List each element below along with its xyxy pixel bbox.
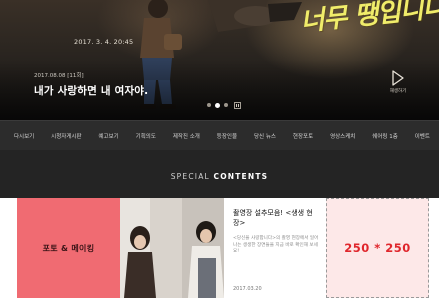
hero-pagination xyxy=(207,101,241,109)
hero-dot-3[interactable] xyxy=(224,103,228,107)
nav-item-viewer-board[interactable]: 시청자게시판 xyxy=(51,132,81,140)
ad-size-label: 250 * 250 xyxy=(344,241,411,255)
special-contents-section: SPECIAL CONTENTS 포토 & 메이킹 촬영장 설추모음! <생생 … xyxy=(0,150,439,300)
page: 2017. 3. 4. 20:45 너무 땡입니다 2017.08.08 [11… xyxy=(0,0,439,300)
photo-card[interactable] xyxy=(120,198,224,298)
heading-light: SPECIAL xyxy=(170,172,214,181)
nav-item-photos[interactable]: 현장포토 xyxy=(293,132,313,140)
nav-item-characters[interactable]: 등장인물 xyxy=(217,132,237,140)
nav-list: 다시보기 시청자게시판 예고보기 기획의도 제작진 소개 등장인물 당신 뉴스 … xyxy=(14,121,430,151)
hero-date-overlay: 2017. 3. 4. 20:45 xyxy=(74,38,134,46)
main-nav: 다시보기 시청자게시판 예고보기 기획의도 제작진 소개 등장인물 당신 뉴스 … xyxy=(0,120,439,150)
hero-figure-image-2 xyxy=(208,0,302,32)
article-date: 2017.03.20 xyxy=(233,286,262,292)
photo-card-image xyxy=(120,198,224,298)
nav-item-staff[interactable]: 제작진 소개 xyxy=(173,132,200,140)
hero-dot-1[interactable] xyxy=(207,103,211,107)
ad-placeholder[interactable]: 250 * 250 xyxy=(326,198,429,298)
nav-item-sharing[interactable]: 쉐어링 1층 xyxy=(372,132,398,140)
nav-item-replay[interactable]: 다시보기 xyxy=(14,132,34,140)
photo-making-card[interactable]: 포토 & 메이킹 xyxy=(17,198,120,298)
section-heading: SPECIAL CONTENTS xyxy=(0,172,439,181)
article-title: 촬영장 설추모음! <생생 현장> xyxy=(233,209,313,227)
hero-title[interactable]: 내가 사랑하면 내 여자야. xyxy=(34,83,148,98)
nav-item-intent[interactable]: 기획의도 xyxy=(136,132,156,140)
play-triangle-icon xyxy=(392,70,404,86)
hero-episode-meta: 2017.08.08 [11회] xyxy=(34,73,84,79)
nav-item-video-sketch[interactable]: 영상스케치 xyxy=(330,132,355,140)
article-description: <당신을 사랑합니다>의 촬영 현장에서 일어나는 생생한 장면들을 지금 바로… xyxy=(233,236,319,255)
hero-banner[interactable]: 2017. 3. 4. 20:45 너무 땡입니다 2017.08.08 [11… xyxy=(0,0,439,120)
play-button[interactable]: 재생하기 xyxy=(386,70,410,96)
play-label: 재생하기 xyxy=(389,89,407,94)
hero-dot-2[interactable] xyxy=(215,102,220,108)
nav-item-news[interactable]: 당신 뉴스 xyxy=(254,132,276,140)
nav-item-event[interactable]: 이벤트 xyxy=(415,132,430,140)
nav-item-preview[interactable]: 예고보기 xyxy=(98,132,118,140)
pause-icon[interactable] xyxy=(234,101,241,109)
article-card[interactable]: 촬영장 설추모음! <생생 현장> <당신을 사랑합니다>의 촬영 현장에서 일… xyxy=(224,198,326,298)
photo-making-label: 포토 & 메이킹 xyxy=(42,243,95,253)
heading-bold: CONTENTS xyxy=(213,172,269,181)
